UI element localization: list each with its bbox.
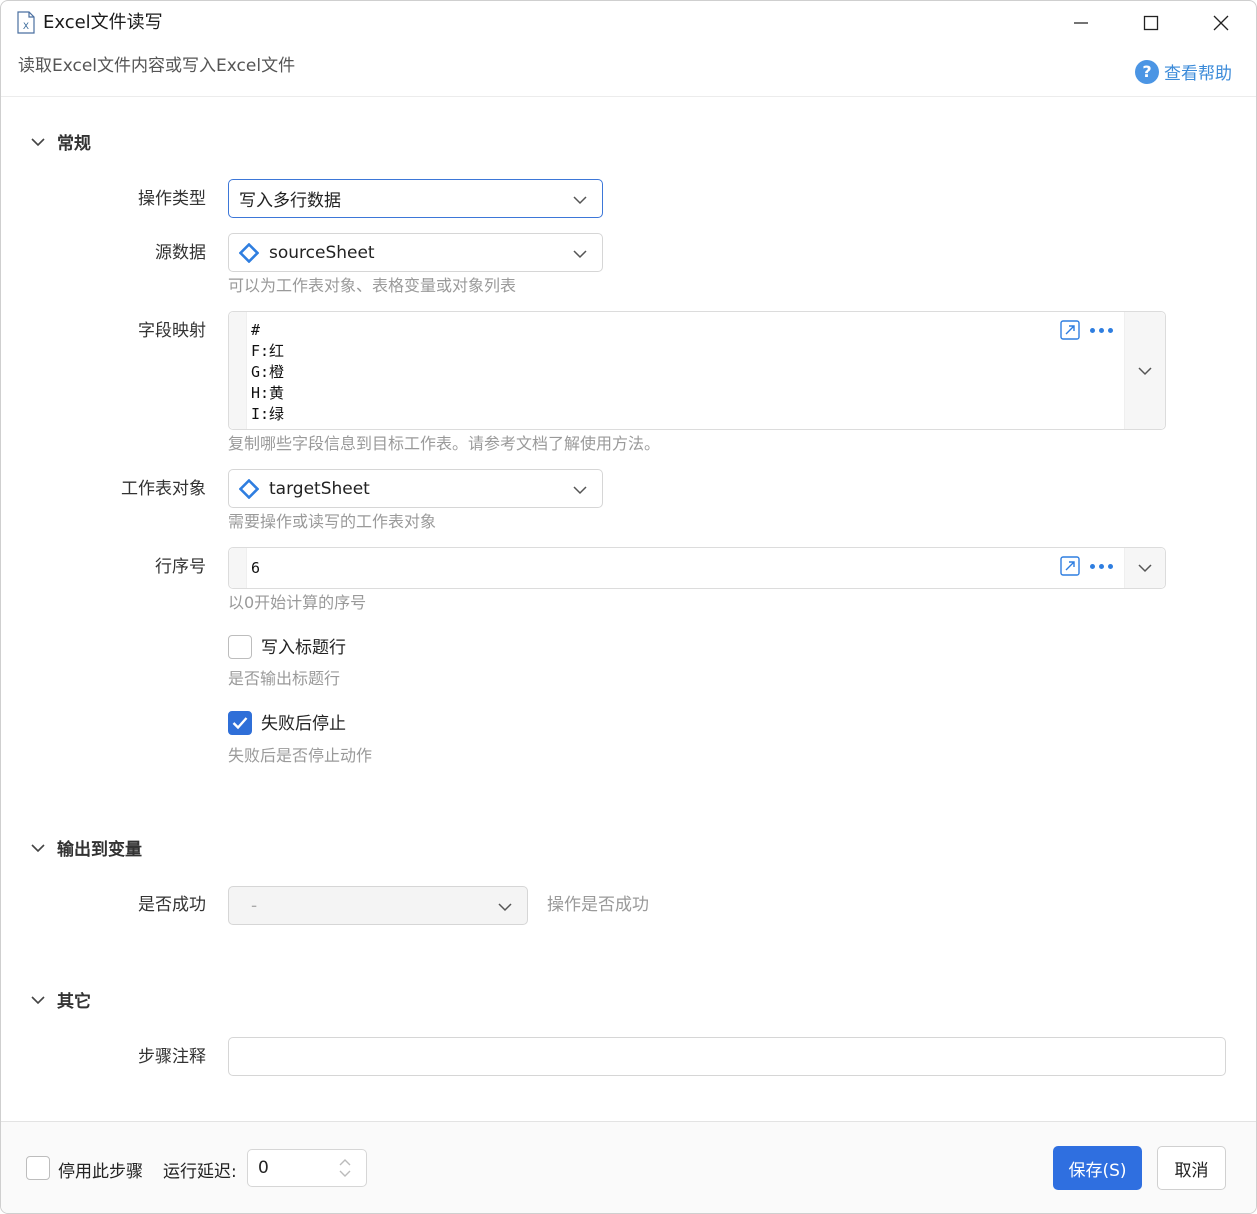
success-label: 是否成功	[138, 895, 206, 915]
source-data-value: sourceSheet	[269, 242, 375, 263]
operation-type-select[interactable]: 写入多行数据	[228, 179, 603, 218]
worksheet-value: targetSheet	[269, 478, 370, 499]
mapping-line: G:橙	[251, 363, 285, 381]
chevron-down-icon	[498, 903, 512, 912]
step-note-label: 步骤注释	[138, 1047, 206, 1067]
section-general-header[interactable]: 常规	[29, 129, 91, 154]
header-divider	[1, 96, 1256, 97]
window-subtitle: 读取Excel文件内容或写入Excel文件	[18, 56, 296, 76]
variable-diamond-icon	[239, 478, 259, 499]
worksheet-select[interactable]: targetSheet	[228, 469, 603, 508]
close-icon	[1213, 15, 1229, 31]
success-value: -	[251, 895, 258, 916]
save-button[interactable]: 保存(S)	[1053, 1146, 1142, 1190]
mapping-line: #	[251, 321, 261, 339]
expand-editor-icon[interactable]	[1060, 320, 1080, 340]
operation-type-label: 操作类型	[138, 189, 206, 209]
section-output-header[interactable]: 输出到变量	[29, 835, 142, 860]
chevron-down-icon	[31, 995, 45, 1004]
excel-file-icon: X	[17, 11, 35, 34]
field-mapping-lines: # F:红 G:橙 H:黄 I:绿	[251, 320, 284, 425]
chevron-down-icon	[573, 250, 587, 259]
field-mapping-tools	[1060, 320, 1113, 340]
success-select[interactable]: -	[228, 886, 528, 925]
disable-step-checkbox[interactable]	[26, 1156, 50, 1180]
delay-label: 运行延迟:	[163, 1162, 237, 1182]
maximize-icon	[1143, 15, 1159, 31]
chevron-down-icon	[1138, 367, 1152, 376]
write-header-checkbox[interactable]	[228, 635, 252, 659]
source-data-select[interactable]: sourceSheet	[228, 233, 603, 272]
editor-gutter	[229, 548, 247, 588]
success-hint: 操作是否成功	[547, 895, 649, 915]
worksheet-hint: 需要操作或读写的工作表对象	[228, 512, 437, 531]
mapping-line: F:红	[251, 342, 285, 360]
help-circle-icon: ?	[1135, 59, 1159, 84]
source-data-label: 源数据	[155, 243, 206, 263]
more-options-icon[interactable]	[1090, 556, 1113, 576]
chevron-down-icon	[31, 843, 45, 852]
field-mapping-hint: 复制哪些字段信息到目标工作表。请参考文档了解使用方法。	[228, 434, 661, 453]
help-link[interactable]: ? 查看帮助	[1135, 59, 1232, 84]
section-output-title: 输出到变量	[57, 840, 142, 860]
source-data-hint: 可以为工作表对象、表格变量或对象列表	[228, 276, 517, 295]
row-index-dropdown[interactable]	[1124, 548, 1165, 588]
mapping-line: H:黄	[251, 384, 285, 402]
cancel-button[interactable]: 取消	[1157, 1146, 1226, 1190]
chevron-down-icon	[1138, 564, 1152, 573]
window-title: Excel文件读写	[43, 12, 163, 33]
operation-type-value: 写入多行数据	[239, 191, 341, 211]
stop-on-fail-label[interactable]: 失败后停止	[261, 713, 346, 735]
expand-editor-icon[interactable]	[1060, 556, 1080, 576]
chevron-down-icon	[31, 137, 45, 146]
close-button[interactable]	[1186, 1, 1256, 45]
checkmark-icon	[232, 717, 248, 730]
field-mapping-editor[interactable]: # F:红 G:橙 H:黄 I:绿	[228, 311, 1166, 430]
field-mapping-dropdown[interactable]	[1124, 312, 1165, 429]
more-options-icon[interactable]	[1090, 320, 1113, 340]
delay-input[interactable]: 0	[247, 1149, 367, 1187]
section-other-title: 其它	[57, 992, 91, 1012]
minimize-button[interactable]	[1046, 1, 1116, 45]
mapping-line: I:绿	[251, 405, 285, 423]
svg-text:X: X	[23, 22, 29, 32]
step-note-input[interactable]	[228, 1037, 1226, 1076]
write-header-hint: 是否输出标题行	[228, 669, 341, 688]
section-other-header[interactable]: 其它	[29, 987, 91, 1012]
row-index-value: 6	[251, 559, 261, 577]
editor-gutter	[229, 312, 247, 429]
disable-step-label[interactable]: 停用此步骤	[58, 1157, 143, 1182]
row-index-hint: 以0开始计算的序号	[228, 593, 367, 612]
maximize-button[interactable]	[1116, 1, 1186, 45]
delay-value: 0	[258, 1158, 269, 1178]
row-index-editor[interactable]: 6	[228, 547, 1166, 589]
stop-on-fail-hint: 失败后是否停止动作	[228, 746, 373, 765]
title-bar: X Excel文件读写	[1, 1, 1256, 45]
field-mapping-label: 字段映射	[138, 321, 206, 341]
worksheet-label: 工作表对象	[121, 479, 206, 499]
chevron-down-icon	[573, 196, 587, 205]
minimize-icon	[1074, 22, 1088, 24]
section-general-title: 常规	[57, 134, 91, 154]
variable-diamond-icon	[239, 242, 259, 263]
dialog-window: X Excel文件读写 读取Excel文件内容或写入Excel文件 ? 查看帮助…	[0, 0, 1257, 1214]
chevron-down-icon	[573, 486, 587, 495]
help-label: 查看帮助	[1164, 64, 1232, 84]
write-header-label[interactable]: 写入标题行	[261, 637, 346, 659]
row-index-label: 行序号	[155, 557, 206, 577]
stop-on-fail-checkbox[interactable]	[228, 711, 252, 735]
spinner-arrows-icon[interactable]	[338, 1156, 352, 1180]
row-index-tools	[1060, 556, 1113, 576]
